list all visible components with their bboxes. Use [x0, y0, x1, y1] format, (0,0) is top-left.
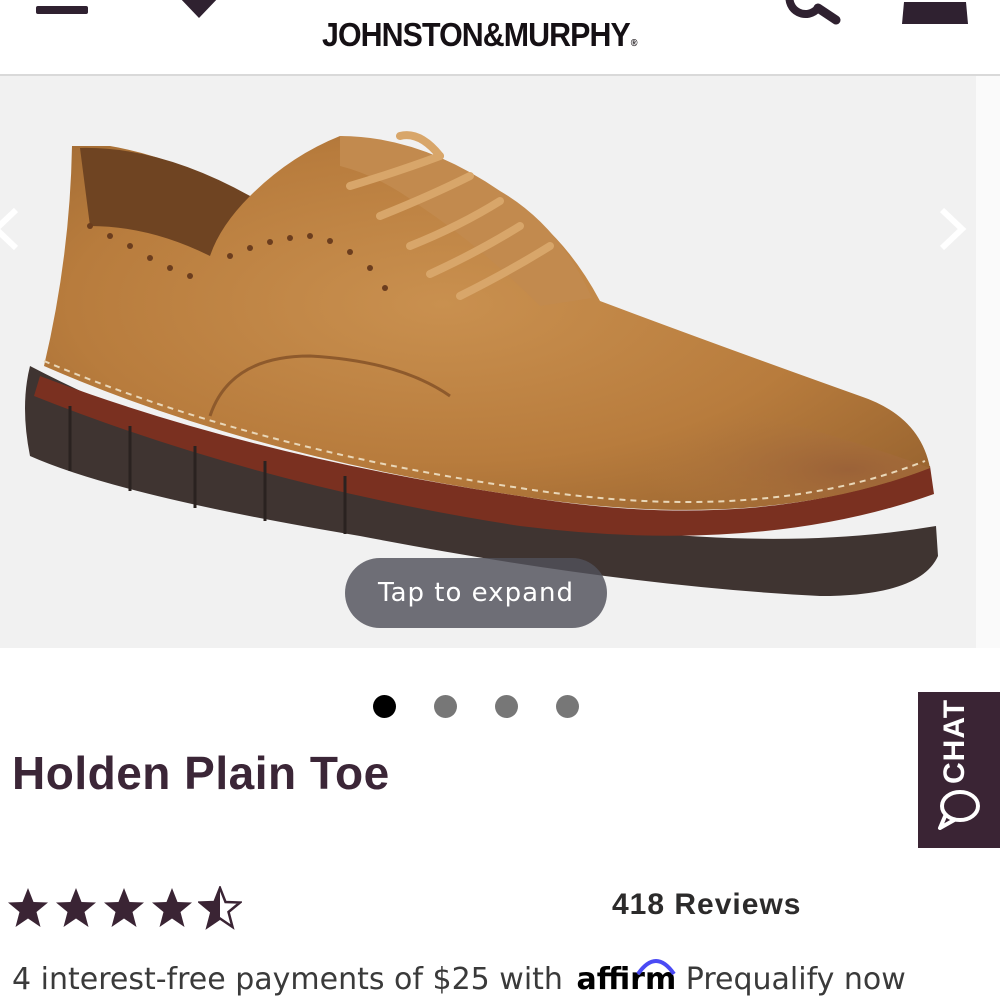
chat-button[interactable]: CHAT: [918, 692, 1000, 848]
search-icon[interactable]: [784, 0, 844, 26]
product-image-gallery[interactable]: Tap to expand: [0, 76, 1000, 648]
star-full-icon: [56, 888, 96, 927]
affirm-logo: affirm: [576, 959, 676, 997]
affirm-payment-line: 4 interest-free payments of $25 with aff…: [12, 959, 1000, 1000]
carousel-dot-3[interactable]: [495, 695, 518, 718]
star-full-icon: [8, 888, 48, 927]
affirm-arc-icon: [636, 959, 677, 976]
carousel-dot-2[interactable]: [434, 695, 457, 718]
carousel-dots: [373, 695, 593, 719]
star-full-icon: [104, 888, 144, 927]
reviews-link[interactable]: 418 Reviews: [612, 888, 832, 922]
site-header: JOHNSTON&MURPHY®: [0, 0, 1000, 76]
rating-stars[interactable]: [6, 886, 246, 936]
prequalify-link[interactable]: Prequalify now: [686, 962, 906, 997]
image-edge: [976, 76, 1000, 648]
brand-logo[interactable]: JOHNSTON&MURPHY®: [322, 16, 653, 56]
tap-to-expand-button[interactable]: Tap to expand: [345, 558, 607, 628]
star-half-icon: [198, 886, 242, 930]
chevron-right-icon[interactable]: [934, 204, 970, 254]
carousel-dot-4[interactable]: [556, 695, 579, 718]
star-full-icon: [152, 888, 192, 927]
tap-to-expand-label: Tap to expand: [378, 578, 574, 608]
chat-bubble-icon: [938, 790, 980, 830]
chevron-left-icon[interactable]: [0, 204, 22, 254]
product-title: Holden Plain Toe: [12, 747, 390, 799]
hamburger-menu-icon[interactable]: [36, 0, 92, 20]
shopping-bag-icon[interactable]: [900, 0, 970, 26]
chat-label: CHAT: [938, 698, 971, 784]
carousel-dot-1[interactable]: [373, 695, 396, 718]
payment-text: 4 interest-free payments of $25 with: [12, 962, 573, 997]
product-page: JOHNSTON&MURPHY® Tap to expand Holden Pl…: [0, 0, 1000, 1000]
location-pin-icon[interactable]: [176, 0, 222, 22]
